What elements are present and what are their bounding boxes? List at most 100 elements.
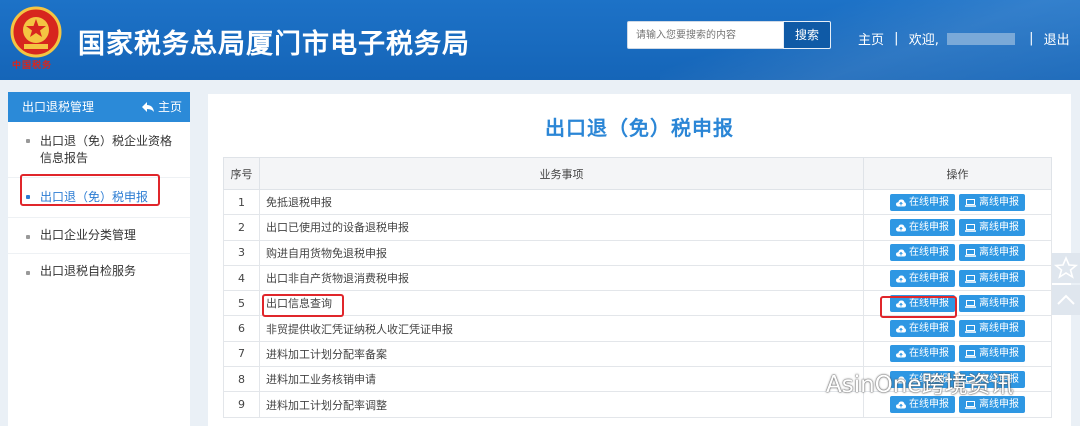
row-item-name: 出口已使用过的设备退税申报 (259, 214, 864, 241)
nav-divider: | (1029, 31, 1034, 46)
favorite-float-button[interactable] (1052, 253, 1080, 283)
online-declare-button[interactable]: 在线申报 (890, 193, 955, 211)
row-actions: 在线申报 离线申报 (863, 239, 1052, 266)
table-row: 4 出口非自产货物退消费税申报 在线申报 离线申报 (223, 264, 1052, 292)
offline-declare-button[interactable]: 离线申报 (959, 244, 1025, 262)
laptop-icon (965, 198, 976, 207)
sidebar-header: 出口退税管理 主页 (8, 92, 190, 122)
row-number: 8 (223, 366, 260, 393)
cloud-upload-icon (896, 199, 906, 207)
back-arrow-icon (141, 102, 154, 112)
column-header-no: 序号 (223, 157, 260, 190)
offline-declare-label: 离线申报 (979, 348, 1019, 360)
nav-welcome: 欢迎, (908, 33, 939, 48)
watermark-text: AsinOne跨境资讯 (826, 372, 1014, 398)
online-declare-button[interactable]: 在线申报 (890, 269, 955, 287)
row-actions: 在线申报 离线申报 (863, 188, 1052, 216)
row-number: 1 (223, 188, 260, 216)
masked-username (946, 32, 1015, 45)
row-item-name: 出口非自产货物退消费税申报 (259, 264, 864, 292)
row-item-name: 购进自用货物免退税申报 (259, 239, 864, 266)
cloud-upload-icon (896, 275, 906, 283)
row-number: 3 (223, 239, 260, 266)
offline-declare-button[interactable]: 离线申报 (959, 269, 1025, 287)
row-item-name: 进料加工业务核销申请 (259, 366, 864, 393)
offline-declare-label: 离线申报 (979, 196, 1019, 208)
cloud-upload-icon (896, 224, 906, 232)
wechat-icon (783, 368, 817, 390)
sidebar-item-label: 出口企业分类管理 (40, 228, 137, 242)
online-declare-label: 在线申报 (909, 221, 949, 233)
online-declare-label: 在线申报 (909, 196, 949, 208)
sidebar-item-qualification[interactable]: 出口退（免）税企业资格信息报告 (8, 122, 190, 178)
emblem-caption: 中国税务 (12, 61, 53, 71)
table-row: 7 进料加工计划分配率备案 在线申报 离线申报 (223, 340, 1052, 368)
online-declare-button[interactable]: 在线申报 (890, 345, 955, 363)
row-actions: 在线申报 离线申报 (863, 214, 1052, 241)
cloud-upload-icon (896, 249, 906, 257)
table-header-row: 序号 业务事项 操作 (223, 157, 1052, 190)
cloud-upload-icon (896, 325, 906, 333)
laptop-icon (965, 299, 976, 308)
row-number: 6 (223, 315, 260, 342)
laptop-icon (965, 249, 976, 258)
offline-declare-label: 离线申报 (979, 272, 1019, 284)
sidebar-item-self-check[interactable]: 出口退税自检服务 (8, 254, 190, 289)
online-declare-button[interactable]: 在线申报 (890, 320, 955, 338)
laptop-icon (965, 274, 976, 283)
row-number: 4 (223, 264, 260, 292)
bullet-icon (26, 139, 30, 143)
laptop-icon (965, 223, 976, 232)
column-header-ops: 操作 (863, 157, 1052, 190)
table-row: 2 出口已使用过的设备退税申报 在线申报 离线申报 (223, 214, 1052, 241)
offline-declare-button[interactable]: 离线申报 (959, 218, 1025, 236)
offline-declare-label: 离线申报 (979, 399, 1019, 411)
top-nav: 主页 | 欢迎, | 退出 (858, 29, 1070, 48)
row-actions: 在线申报 离线申报 (863, 315, 1052, 342)
row-number: 2 (223, 214, 260, 241)
laptop-icon (965, 350, 976, 359)
column-header-item: 业务事项 (259, 157, 864, 190)
nav-home-link[interactable]: 主页 (858, 29, 884, 48)
page-title: 出口退（免）税申报 (545, 116, 734, 140)
row-number: 7 (223, 340, 260, 368)
nav-divider: | (894, 31, 899, 46)
bullet-icon (26, 235, 30, 239)
offline-declare-button[interactable]: 离线申报 (959, 193, 1025, 211)
search-input[interactable] (627, 21, 784, 49)
search-button[interactable]: 搜索 (783, 21, 831, 49)
sidebar-home-link[interactable]: 主页 (141, 92, 182, 122)
sidebar: 出口退税管理 主页 出口退（免）税企业资格信息报告 出口退（免）税申报 出口企业… (8, 92, 190, 426)
offline-declare-button[interactable]: 离线申报 (959, 320, 1025, 338)
online-declare-button[interactable]: 在线申报 (890, 244, 955, 262)
row-actions: 在线申报 离线申报 (863, 340, 1052, 368)
offline-declare-label: 离线申报 (979, 297, 1019, 309)
sidebar-item-label: 出口退税自检服务 (40, 264, 137, 278)
row-item-name: 非贸提供收汇凭证纳税人收汇凭证申报 (259, 315, 864, 342)
laptop-icon (965, 325, 976, 333)
online-declare-label: 在线申报 (909, 399, 949, 411)
nav-logout-link[interactable]: 退出 (1044, 29, 1070, 48)
bullet-icon (26, 271, 30, 275)
back-to-top-button[interactable] (1052, 285, 1080, 315)
online-declare-label: 在线申报 (909, 323, 949, 335)
row-item-name: 免抵退税申报 (259, 188, 864, 216)
row-item-name: 进料加工计划分配率备案 (259, 340, 864, 368)
sidebar-home-label: 主页 (157, 100, 182, 114)
cloud-upload-icon (896, 401, 906, 409)
row-number: 5 (223, 290, 260, 317)
offline-declare-button[interactable]: 离线申报 (959, 345, 1025, 363)
sidebar-title: 出口退税管理 (22, 100, 95, 114)
highlight-box-online-button (880, 296, 957, 318)
sidebar-item-label: 出口退（免）税企业资格信息报告 (40, 134, 173, 165)
online-declare-button[interactable]: 在线申报 (890, 218, 955, 236)
chevron-up-icon (1057, 294, 1075, 305)
laptop-icon (965, 401, 976, 409)
offline-declare-button[interactable]: 离线申报 (959, 294, 1025, 312)
row-item-name: 进料加工计划分配率调整 (259, 391, 864, 418)
online-declare-label: 在线申报 (909, 348, 949, 360)
highlight-box-row-item (262, 294, 344, 317)
sidebar-item-classification[interactable]: 出口企业分类管理 (8, 218, 190, 254)
site-title: 国家税务总局厦门市电子税务局 (78, 29, 470, 60)
row-item-name: 出口信息查询 (259, 290, 864, 317)
